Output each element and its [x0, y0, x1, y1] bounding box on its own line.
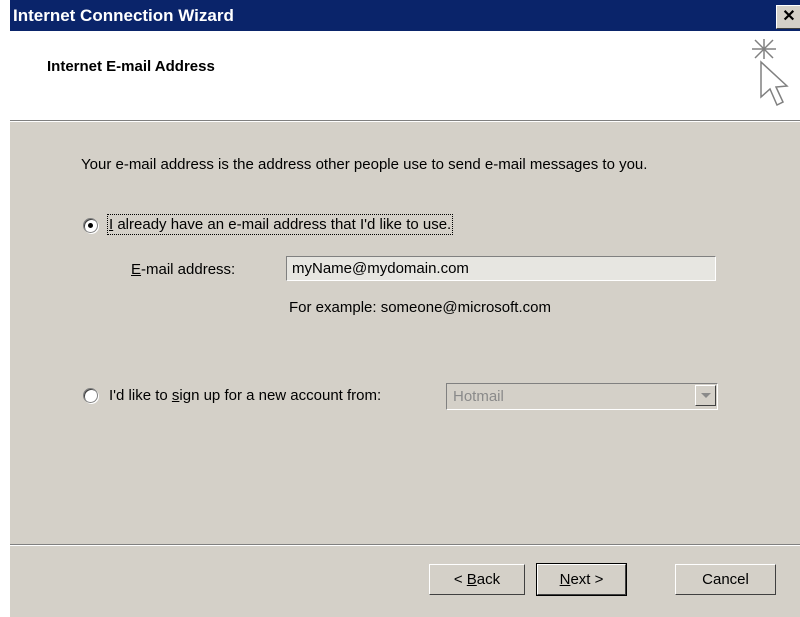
title-bar[interactable]: Internet Connection Wizard ✕ [10, 0, 800, 31]
back-button[interactable]: < Back [429, 564, 525, 595]
header-separator [10, 120, 800, 122]
close-button[interactable]: ✕ [776, 5, 800, 29]
mnemonic: B [466, 571, 477, 588]
button-text: ack [476, 571, 501, 588]
new-account-label[interactable]: I'd like to sign up for a new account fr… [109, 387, 381, 404]
label-text: already have an e-mail address that I'd … [113, 216, 452, 233]
mnemonic: N [559, 571, 571, 588]
radio-selected-dot [88, 223, 93, 228]
provider-dropdown[interactable]: Hotmail [446, 383, 718, 410]
provider-value: Hotmail [453, 388, 504, 405]
email-example-text: For example: someone@microsoft.com [289, 299, 551, 316]
label-text: -mail address: [141, 261, 236, 278]
existing-email-radio[interactable] [83, 218, 98, 233]
cancel-button[interactable]: Cancel [675, 564, 776, 595]
footer-separator [10, 544, 800, 546]
close-icon: ✕ [782, 8, 796, 25]
wizard-window: Internet Connection Wizard ✕ Internet E-… [10, 0, 800, 617]
wizard-header: Internet E-mail Address [10, 31, 800, 120]
email-address-label: E-mail address: [131, 261, 235, 278]
dropdown-button[interactable] [695, 385, 716, 406]
window-title: Internet Connection Wizard [13, 6, 234, 25]
description-text: Your e-mail address is the address other… [81, 156, 648, 173]
page-title: Internet E-mail Address [47, 58, 215, 75]
label-text: ign up for a new account from: [179, 387, 382, 404]
label-text: I'd like to [109, 387, 172, 404]
new-account-radio[interactable] [83, 388, 98, 403]
button-text: ext > [570, 571, 604, 588]
email-address-input[interactable]: myName@mydomain.com [286, 256, 716, 281]
button-text: < [453, 571, 467, 588]
chevron-down-icon [701, 393, 711, 398]
mnemonic: E [131, 261, 142, 278]
next-button[interactable]: Next > [536, 563, 627, 596]
wizard-sparkle-cursor-icon [752, 39, 789, 107]
existing-email-label[interactable]: I already have an e-mail address that I'… [106, 214, 454, 235]
